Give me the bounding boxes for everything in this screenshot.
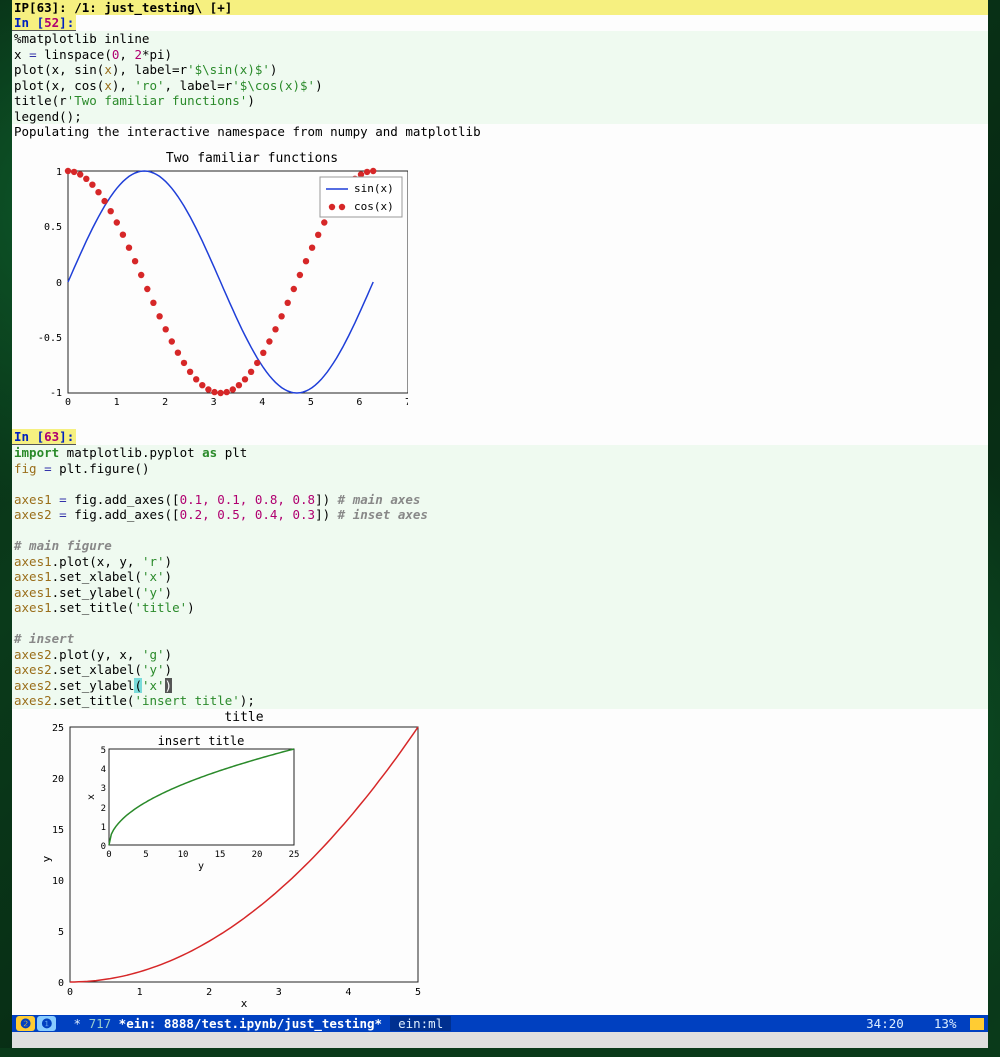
svg-text:x: x [86,793,97,799]
input-prompt: In [63]: [12,429,76,445]
svg-text:-0.5: -0.5 [38,333,62,344]
svg-text:insert title: insert title [158,734,245,748]
svg-text:5: 5 [143,850,148,860]
code-input[interactable]: import matplotlib.pyplot as plt fig = pl… [12,445,988,709]
svg-text:0: 0 [101,842,106,852]
code-input[interactable]: %matplotlib inline x = linspace(0, 2*pi)… [12,31,988,124]
cell-63: In [63]: import matplotlib.pyplot as plt… [12,429,988,1015]
svg-text:1: 1 [114,397,120,408]
svg-text:2: 2 [206,987,212,998]
chart-legend: sin(x) cos(x) [320,177,402,217]
svg-text:20: 20 [252,850,263,860]
svg-text:15: 15 [215,850,226,860]
scroll-percent: 13% [934,1016,957,1031]
svg-text:6: 6 [356,397,362,408]
chart-title: Two familiar functions [166,151,338,166]
svg-text:-1: -1 [50,388,62,399]
workspace-badge: ❷ [16,1016,35,1031]
svg-text:3: 3 [276,987,282,998]
svg-text:4: 4 [345,987,351,998]
tab-line[interactable]: IP[63]: /1: just_testing\ [+] [12,0,988,15]
svg-text:0: 0 [106,850,111,860]
minibuffer[interactable] [12,1032,988,1048]
stdout-output: Populating the interactive namespace fro… [12,124,988,139]
text-cursor: ) [165,678,173,693]
svg-text:10: 10 [178,850,189,860]
svg-text:20: 20 [52,774,64,785]
svg-text:3: 3 [101,784,106,794]
svg-text:10: 10 [52,876,64,887]
modified-star: * [74,1016,82,1031]
major-mode: ein:ml [390,1016,451,1031]
chart-title-inset: title 0 5 10 15 20 25 0 1 2 3 4 5 x y [12,709,432,1009]
svg-text:cos(x): cos(x) [354,200,394,213]
svg-text:25: 25 [52,723,64,734]
svg-text:3: 3 [211,397,217,408]
svg-text:0: 0 [58,978,64,989]
svg-text:0: 0 [67,987,73,998]
input-prompt: In [52]: [12,15,76,31]
svg-text:15: 15 [52,825,64,836]
chart-two-familiar-functions: Two familiar functions 1 0.5 0 -0.5 -1 0… [12,147,408,409]
svg-text:5: 5 [58,927,64,938]
svg-text:4: 4 [101,765,106,775]
cell-52: In [52]: %matplotlib inline x = linspace… [12,15,988,429]
svg-text:1: 1 [56,167,62,178]
svg-text:x: x [241,997,248,1009]
cursor-position: 34:20 [866,1016,904,1031]
svg-text:1: 1 [101,823,106,833]
window-badge: ❶ [37,1016,56,1031]
svg-text:2: 2 [101,804,106,814]
svg-text:1: 1 [137,987,143,998]
svg-text:5: 5 [101,746,106,756]
svg-text:5: 5 [308,397,314,408]
mode-line[interactable]: ❷ ❶ * 717 *ein: 8888/test.ipynb/just_tes… [12,1015,988,1032]
buffer-name: *ein: 8888/test.ipynb/just_testing* [119,1016,382,1031]
scroll-indicator-icon [970,1018,984,1030]
svg-text:25: 25 [289,850,300,860]
line-count: 717 [89,1016,112,1031]
svg-text:0.5: 0.5 [44,222,62,233]
svg-text:y: y [198,861,204,872]
svg-text:0: 0 [56,278,62,289]
svg-text:5: 5 [415,987,421,998]
svg-text:y: y [40,855,53,862]
svg-text:4: 4 [259,397,265,408]
svg-text:7: 7 [405,397,408,408]
editor-frame: IP[63]: /1: just_testing\ [+] In [52]: %… [12,0,988,1048]
svg-text:2: 2 [162,397,168,408]
svg-text:0: 0 [65,397,71,408]
chart2-title: title [224,710,263,725]
svg-text:sin(x): sin(x) [354,182,394,195]
